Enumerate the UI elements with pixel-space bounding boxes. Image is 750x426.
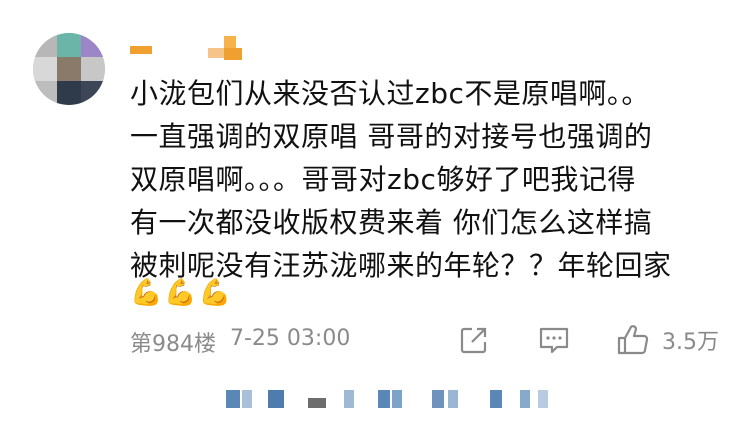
avatar[interactable]: [33, 33, 105, 105]
emoji-row: 💪 💪 💪: [130, 276, 231, 310]
username-pixel: [208, 48, 224, 58]
avatar-pixel: [33, 81, 57, 105]
blur-pixel: [242, 390, 252, 408]
floor-number: 第984楼: [130, 332, 216, 357]
comment-line: 小泷包们从来没否认过zbc不是原唱啊。。: [130, 77, 650, 110]
blur-pixel: [308, 398, 326, 408]
username-pixel: [130, 46, 152, 54]
blur-pixel: [226, 390, 240, 408]
blur-pixel: [432, 390, 444, 408]
blur-pixel: [538, 390, 548, 408]
comment-icon: [539, 327, 569, 354]
blur-pixel: [448, 390, 458, 408]
avatar-pixel: [33, 57, 57, 81]
comment-line: 有一次都没收版权费来着 你们怎么这样搞: [130, 206, 653, 239]
like-count: 3.5万: [662, 330, 719, 355]
avatar-pixel: [81, 81, 105, 105]
comment-line: 一直强调的双原唱 哥哥的对接号也强调的: [130, 120, 653, 153]
blur-pixel: [344, 390, 354, 408]
timestamp: 7-25 03:00: [230, 326, 351, 351]
comment-meta: 第984楼 7-25 03:00: [130, 326, 350, 358]
avatar-pixel: [81, 57, 105, 81]
avatar-pixel: [57, 81, 81, 105]
avatar-pixel: [57, 33, 81, 57]
username-pixel: [224, 36, 236, 48]
blur-pixel: [268, 390, 284, 408]
blur-pixel: [520, 390, 530, 408]
blur-pixel: [378, 390, 390, 408]
username-pixel: [224, 48, 242, 60]
share-icon: [460, 327, 487, 354]
username-pixelated[interactable]: [130, 36, 250, 62]
flexed-biceps-icon: 💪: [198, 278, 232, 308]
flexed-biceps-icon: 💪: [164, 278, 197, 308]
comment-line: 双原唱啊。。。哥哥对zbc够好了吧我记得: [130, 163, 636, 196]
share-button[interactable]: [458, 320, 490, 360]
blur-pixel: [490, 390, 502, 408]
pixelated-sub-comment[interactable]: [130, 388, 570, 410]
reply-button[interactable]: [537, 320, 571, 360]
avatar-pixel: [33, 33, 57, 57]
avatar-pixel: [57, 57, 81, 81]
like-button[interactable]: 3.5万: [616, 320, 719, 360]
avatar-pixel: [81, 33, 105, 57]
flexed-biceps-icon: 💪: [130, 278, 163, 308]
blur-pixel: [392, 390, 402, 408]
comment-text: 小泷包们从来没否认过zbc不是原唱啊。。 一直强调的双原唱 哥哥的对接号也强调的…: [130, 72, 730, 287]
thumbs-up-icon: [617, 325, 649, 355]
